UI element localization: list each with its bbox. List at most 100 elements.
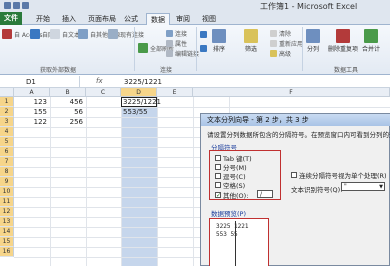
other-separator-input[interactable]: / <box>257 190 273 198</box>
tab-view[interactable]: 视图 <box>198 13 220 25</box>
data-preview[interactable]: 3225 1221 553 55 <box>209 218 269 266</box>
checkbox-comma[interactable] <box>215 173 221 179</box>
checkbox-semicolon[interactable] <box>215 164 221 170</box>
row-header[interactable]: 8 <box>0 167 14 177</box>
grid-line <box>193 97 194 266</box>
text-file-icon <box>50 29 60 39</box>
tab-formulas[interactable]: 公式 <box>120 13 142 25</box>
tab-file[interactable]: 文件 <box>0 12 22 25</box>
checkbox-space[interactable] <box>215 182 221 188</box>
row-header[interactable]: 4 <box>0 127 14 137</box>
link-icon <box>166 30 173 37</box>
grid-line <box>121 97 122 266</box>
sort-za-icon-button[interactable] <box>200 45 207 52</box>
text-qualifier-label: 文本识别符号(Q): <box>291 186 343 194</box>
preview-label: 数据预览(P) <box>211 210 246 218</box>
cell-b2[interactable]: 56 <box>50 107 86 117</box>
advanced-button[interactable]: 高级 <box>270 49 291 58</box>
group-separator <box>302 27 303 71</box>
web-icon <box>30 29 40 39</box>
row-header[interactable]: 13 <box>0 217 14 227</box>
column-header-f[interactable]: F <box>193 88 390 97</box>
properties-icon <box>166 40 173 47</box>
edit-links-button[interactable]: 编辑链接 <box>166 49 199 58</box>
formula-bar: D1 fx 3225/1221 <box>0 76 390 88</box>
text-to-columns-dialog: 文本分列向导 - 第 2 步，共 3 步 请设置分列数据所包含的分隔符号。在预览… <box>200 113 390 266</box>
checkbox-consecutive[interactable] <box>291 172 297 178</box>
existing-connections-button[interactable]: 现有连接 <box>108 29 144 39</box>
filter-button[interactable]: 筛选 <box>244 29 258 53</box>
cell-b3[interactable]: 256 <box>50 117 86 127</box>
sort-az-icon-button[interactable] <box>200 31 207 38</box>
access-icon <box>2 29 12 39</box>
title-bar: 工作簿1 - Microsoft Excel <box>0 0 390 12</box>
row-header[interactable]: 3 <box>0 117 14 127</box>
redo-icon[interactable] <box>22 2 29 9</box>
connections-button[interactable]: 连接 <box>166 29 187 38</box>
row-header[interactable]: 11 <box>0 197 14 207</box>
tab-home[interactable]: 开始 <box>32 13 54 25</box>
cell-a1[interactable]: 123 <box>14 97 50 107</box>
row-header[interactable]: 7 <box>0 157 14 167</box>
text-qualifier-select[interactable]: " ▼ <box>341 182 385 191</box>
checkbox-tab[interactable] <box>215 155 221 161</box>
sort-button[interactable]: 排序 <box>212 29 226 53</box>
row-header[interactable]: 1 <box>0 97 14 107</box>
column-header-e[interactable]: E <box>157 88 193 97</box>
group-data-tools-label: 数据工具 <box>334 67 359 74</box>
column-header-d[interactable]: D <box>121 88 157 97</box>
row-header[interactable]: 10 <box>0 187 14 197</box>
column-header-a[interactable]: A <box>14 88 50 97</box>
group-separator <box>196 27 197 71</box>
group-connections-label: 连接 <box>160 67 173 74</box>
reapply-button[interactable]: 重新应用 <box>270 39 303 48</box>
sort-icon <box>212 29 226 43</box>
remove-duplicates-button[interactable]: 删除重复项 <box>328 29 358 53</box>
tab-review[interactable]: 审阅 <box>172 13 194 25</box>
column-header-b[interactable]: B <box>50 88 86 97</box>
checkbox-other-checked-icon[interactable]: ✓ <box>215 192 221 199</box>
row-header[interactable]: 14 <box>0 227 14 237</box>
column-header-c[interactable]: C <box>86 88 121 97</box>
tab-page-layout[interactable]: 页面布局 <box>84 13 120 25</box>
tab-data[interactable]: 数据 <box>146 13 170 25</box>
ribbon: 自 Access 自网站 自文本 自其他来源 现有连接 获取外部数据 全部刷新 … <box>0 25 390 75</box>
consecutive-option[interactable]: 连续分隔符号视为单个处理(R) <box>291 170 387 180</box>
option-other[interactable]: ✓ 其他(O): <box>215 190 248 200</box>
consolidate-icon <box>364 29 378 43</box>
preview-line: 3225 1221 <box>216 223 249 230</box>
grid-line <box>157 97 158 266</box>
remove-duplicates-icon <box>336 29 350 43</box>
row-header[interactable]: 12 <box>0 207 14 217</box>
connections-icon <box>108 29 118 39</box>
name-box[interactable]: D1 <box>0 76 80 88</box>
cell-d2[interactable]: 553/55 <box>121 107 157 117</box>
option-space[interactable]: 空格(S) <box>215 180 245 190</box>
cell-a2[interactable]: 155 <box>14 107 50 117</box>
ribbon-tabs: 文件 开始 插入 页面布局 公式 数据 审阅 视图 <box>0 12 390 25</box>
row-header[interactable]: 5 <box>0 137 14 147</box>
selected-column-highlight <box>121 97 157 266</box>
group-get-external-label: 获取外部数据 <box>40 67 77 74</box>
undo-icon[interactable] <box>13 2 20 9</box>
group-separator <box>134 27 135 71</box>
row-header[interactable]: 15 <box>0 237 14 247</box>
clear-button[interactable]: 清除 <box>270 29 291 38</box>
save-icon[interactable] <box>4 2 11 9</box>
formula-input[interactable]: 3225/1221 <box>124 76 162 88</box>
row-header[interactable]: 9 <box>0 177 14 187</box>
fx-icon[interactable]: fx <box>96 77 103 85</box>
row-header[interactable]: 16 <box>0 247 14 257</box>
cell-a3[interactable]: 122 <box>14 117 50 127</box>
row-header[interactable]: 2 <box>0 107 14 117</box>
cell-b1[interactable]: 456 <box>50 97 86 107</box>
row-header[interactable]: 6 <box>0 147 14 157</box>
tab-insert[interactable]: 插入 <box>58 13 80 25</box>
cell-d1[interactable]: 3225/1221 <box>121 97 161 107</box>
select-all-corner[interactable] <box>0 88 14 97</box>
consolidate-button[interactable]: 合并计 <box>362 29 380 53</box>
properties-button[interactable]: 属性 <box>166 39 187 48</box>
from-text-button[interactable]: 自文本 <box>50 29 80 39</box>
text-to-columns-button[interactable]: 分列 <box>306 29 320 53</box>
dialog-title: 文本分列向导 - 第 2 步，共 3 步 <box>201 114 390 126</box>
